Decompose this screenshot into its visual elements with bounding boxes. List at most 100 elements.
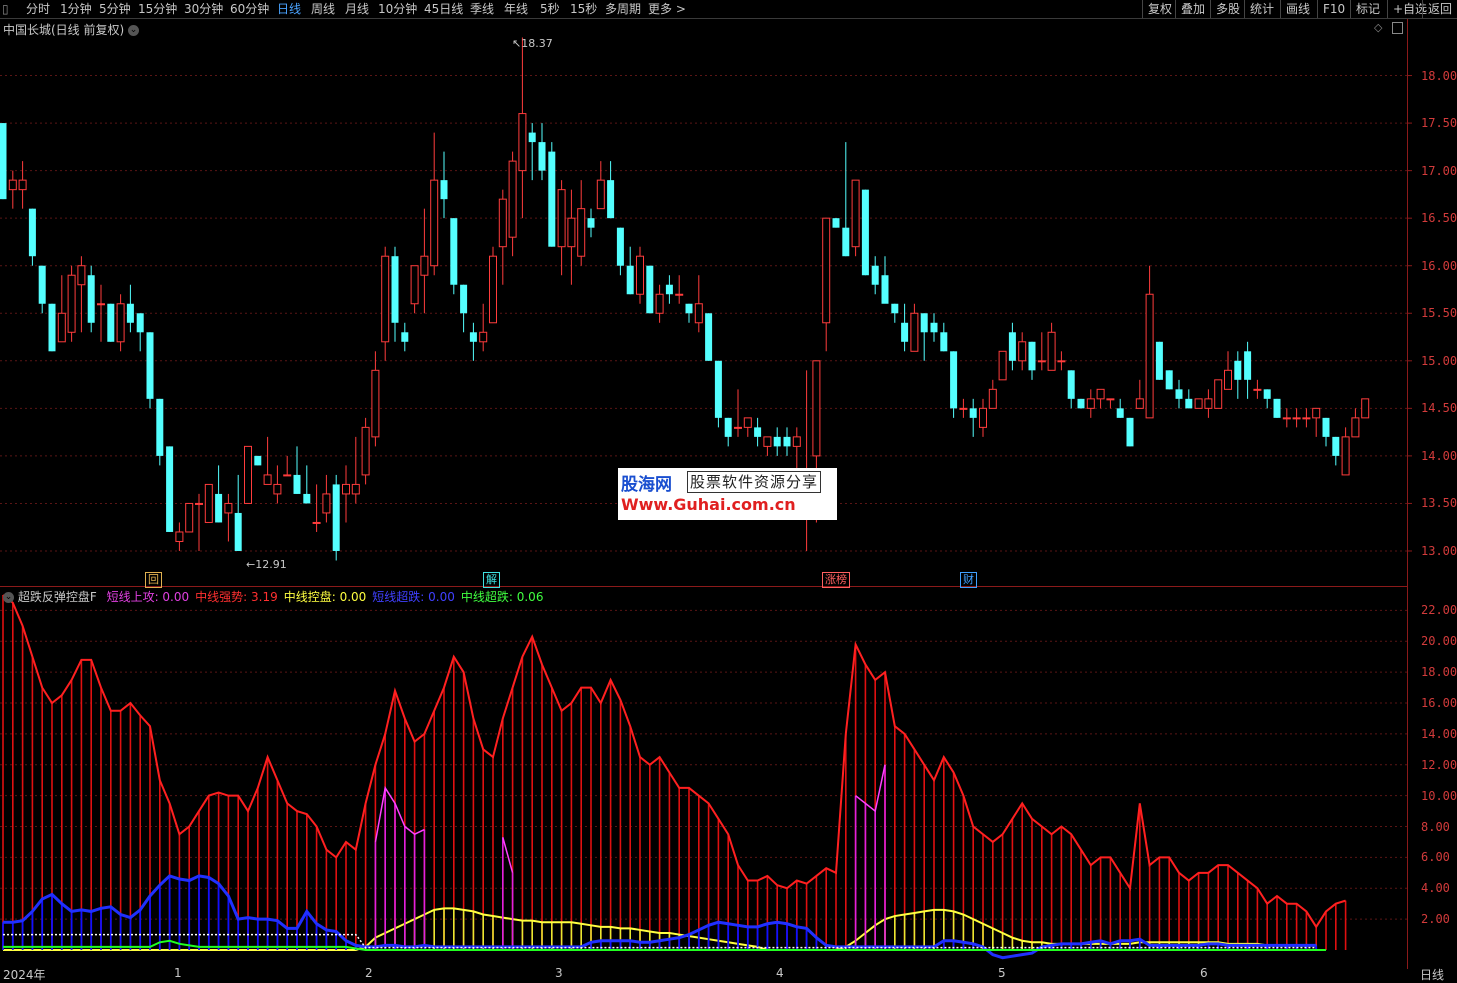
candle-body-47: [460, 284, 468, 314]
readout-3: 短线超跌: 0.00: [372, 590, 455, 604]
candle-body-39: [381, 255, 390, 343]
readout-4: 中线超跌: 0.06: [460, 590, 544, 604]
candle-body-79: [773, 436, 781, 447]
diamond-icon[interactable]: ◇: [1374, 21, 1382, 34]
price-tick-4: 16.00: [1421, 258, 1457, 273]
candle-body-62: [607, 180, 615, 219]
candle-body-90: [881, 275, 889, 304]
candle-body-2: [18, 179, 27, 191]
candle-body-97: [950, 351, 958, 409]
candle-body-74: [724, 417, 732, 437]
candle-body-109: [1067, 370, 1075, 399]
stock-name: 中国长城(日线 前复权): [3, 23, 125, 37]
candle-body-48: [469, 332, 477, 342]
candle-body-11: [107, 303, 115, 342]
date-tick-2: 2: [365, 966, 373, 980]
indicator-tick-5: 12.00: [1421, 757, 1457, 772]
candle-body-53: [518, 113, 527, 172]
date-tick-0: 2024年: [3, 968, 46, 982]
indicator-tick-1: 20.00: [1421, 634, 1457, 649]
price-tick-0: 18.00: [1421, 68, 1457, 83]
indicator-readouts: 短线上攻: 0.00 中线强势: 3.19 中线控盘: 0.00 短线超跌: 0.00…: [101, 590, 544, 604]
magenta-line: [855, 764, 886, 813]
candle-body-1: [8, 179, 17, 191]
candle-body-6: [57, 312, 66, 343]
candle-body-14: [136, 313, 144, 333]
candle-body-128: [1253, 388, 1262, 391]
indicator-tick-3: 16.00: [1421, 696, 1457, 711]
candle-body-4: [38, 265, 46, 304]
candle-body-96: [940, 332, 948, 352]
candle-body-125: [1224, 369, 1232, 390]
candle-body-95: [930, 322, 938, 333]
candle-body-123: [1204, 398, 1213, 409]
candle-body-104: [1018, 341, 1027, 362]
candle-body-36: [351, 483, 360, 495]
chevron-down-icon[interactable]: ⌄: [128, 25, 140, 36]
candle-body-120: [1175, 389, 1183, 399]
candle-body-87: [851, 179, 860, 248]
candle-body-98: [959, 407, 968, 410]
candle-body-3: [28, 208, 36, 257]
candle-body-132: [1292, 417, 1301, 420]
candle-body-45: [440, 180, 448, 200]
candle-body-9: [87, 275, 95, 323]
candle-body-73: [714, 360, 722, 418]
indicator-tick-0: 22.00: [1421, 603, 1457, 618]
window-icon[interactable]: [1392, 22, 1403, 34]
event-tag-1[interactable]: 解: [483, 572, 500, 588]
candle-body-56: [548, 151, 556, 247]
candle-body-23: [224, 502, 233, 514]
candle-body-102: [998, 350, 1007, 381]
candle-body-69: [675, 293, 684, 296]
readout-2: 中线控盘: 0.00: [283, 590, 367, 604]
watermark-url: Www.Guhai.com.cn: [621, 495, 796, 514]
candle-body-78: [763, 436, 772, 447]
candle-body-77: [754, 427, 762, 437]
candle-body-139: [1361, 398, 1370, 419]
candle-body-0: [0, 123, 7, 200]
date-tick-5: 5: [998, 966, 1006, 980]
price-tick-2: 17.00: [1421, 163, 1457, 178]
candle-body-88: [861, 189, 869, 276]
magenta-line: [374, 785, 425, 843]
candle-body-27: [263, 474, 272, 485]
candle-body-50: [489, 255, 497, 324]
candle-body-107: [1047, 331, 1056, 371]
candle-body-134: [1312, 407, 1321, 419]
candle-body-133: [1302, 417, 1311, 420]
event-tag-0[interactable]: 回: [145, 572, 162, 588]
candle-body-61: [596, 179, 605, 210]
candle-body-22: [215, 493, 223, 523]
candle-body-118: [1155, 341, 1163, 380]
candle-body-94: [920, 313, 928, 333]
candle-body-18: [175, 531, 184, 542]
indicator-tick-10: 2.00: [1421, 912, 1450, 927]
candle-body-89: [871, 265, 879, 285]
candle-body-42: [410, 265, 419, 305]
event-tag-2[interactable]: 涨榜: [822, 572, 850, 588]
candle-body-115: [1126, 417, 1134, 447]
candle-body-34: [332, 484, 340, 551]
candle-body-124: [1214, 379, 1223, 409]
candle-body-122: [1194, 398, 1203, 409]
candle-body-93: [910, 312, 919, 352]
candle-body-101: [988, 388, 997, 409]
candle-body-15: [146, 332, 154, 399]
event-tag-3[interactable]: 财: [960, 572, 977, 588]
candle-body-51: [498, 198, 507, 248]
candle-body-131: [1282, 417, 1291, 420]
magenta-line: [502, 837, 514, 874]
chevron-down-icon[interactable]: ⌄: [3, 592, 14, 603]
candle-body-63: [616, 227, 624, 266]
price-tick-3: 16.50: [1421, 211, 1457, 226]
candle-body-40: [391, 256, 399, 323]
candle-body-108: [1057, 360, 1066, 363]
stock-title: 中国长城(日线 前复权) ⌄: [3, 21, 140, 38]
candle-body-71: [694, 303, 703, 324]
candle-body-49: [479, 331, 488, 343]
candle-body-116: [1135, 398, 1144, 409]
candle-body-65: [636, 255, 644, 295]
candle-body-21: [204, 483, 213, 523]
price-tick-1: 17.50: [1421, 116, 1457, 131]
